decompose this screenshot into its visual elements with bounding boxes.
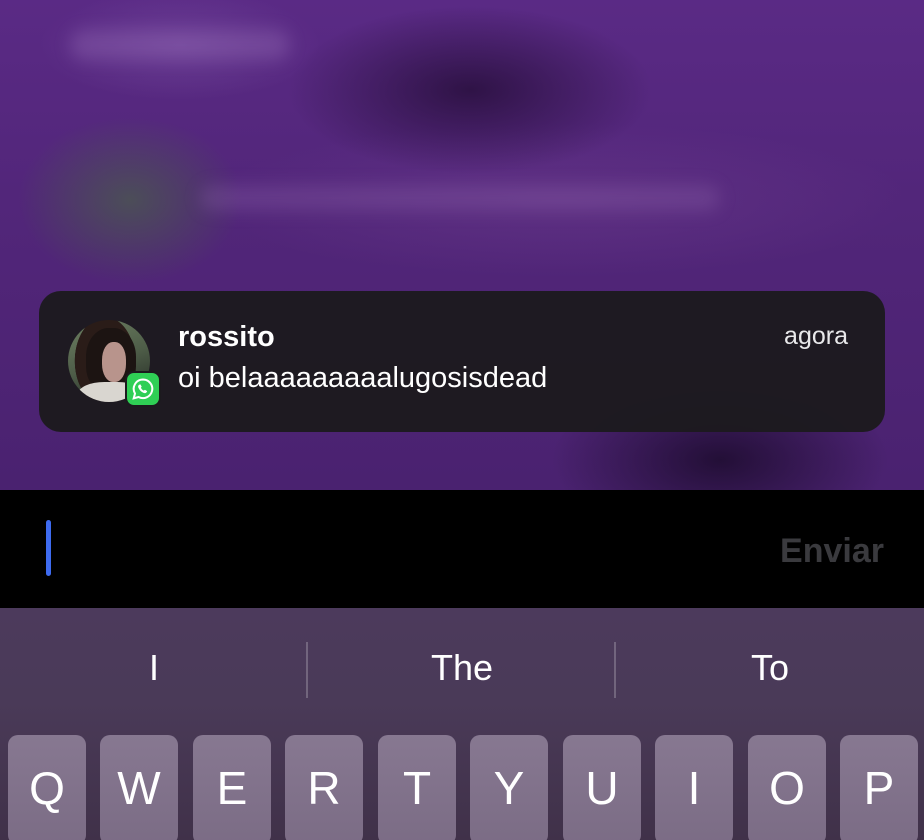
key-e[interactable]: E bbox=[193, 735, 271, 840]
blurred-title-shape bbox=[70, 30, 290, 60]
key-u[interactable]: U bbox=[563, 735, 641, 840]
key-q[interactable]: Q bbox=[8, 735, 86, 840]
predictive-bar: I The To bbox=[0, 608, 924, 728]
notification-sender: rossito bbox=[178, 321, 275, 353]
key-w[interactable]: W bbox=[100, 735, 178, 840]
suggestion-3[interactable]: To bbox=[616, 608, 924, 728]
send-button[interactable]: Enviar bbox=[780, 532, 884, 571]
avatar-face-shape bbox=[102, 342, 126, 382]
blurred-text-shape bbox=[200, 185, 720, 211]
notification-time: agora bbox=[784, 322, 848, 350]
whatsapp-glyph bbox=[132, 378, 154, 400]
notification-card[interactable]: rossito agora oi belaaaaaaaaalugosisdead bbox=[39, 291, 885, 432]
reply-input-bar[interactable]: Enviar bbox=[0, 490, 924, 608]
suggestion-1[interactable]: I bbox=[0, 608, 308, 728]
key-t[interactable]: T bbox=[378, 735, 456, 840]
key-o[interactable]: O bbox=[748, 735, 826, 840]
suggestion-2[interactable]: The bbox=[308, 608, 616, 728]
text-caret bbox=[46, 520, 51, 576]
whatsapp-icon bbox=[125, 371, 161, 407]
notification-message: oi belaaaaaaaaalugosisdead bbox=[178, 362, 548, 394]
key-y[interactable]: Y bbox=[470, 735, 548, 840]
keyboard-row-1: Q W E R T Y U I O P bbox=[0, 735, 924, 840]
key-p[interactable]: P bbox=[840, 735, 918, 840]
key-r[interactable]: R bbox=[285, 735, 363, 840]
keyboard: I The To Q W E R T Y U I O P bbox=[0, 608, 924, 840]
key-i[interactable]: I bbox=[655, 735, 733, 840]
